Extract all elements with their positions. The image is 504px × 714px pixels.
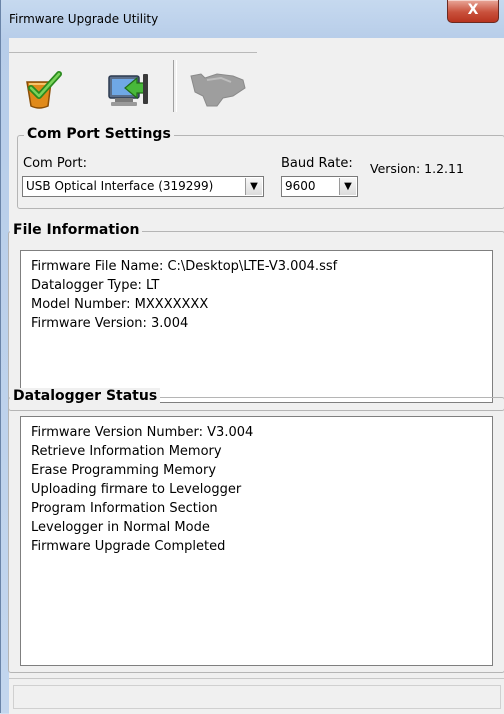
- chevron-down-icon[interactable]: ▼: [339, 178, 356, 195]
- com-port-settings-group: Com Port Settings Com Port: USB Optical …: [17, 126, 504, 209]
- device-disabled-icon: [190, 73, 246, 107]
- status-line: Firmware Upgrade Completed: [31, 539, 226, 554]
- baud-rate-label: Baud Rate:: [281, 156, 353, 171]
- file-information-group: File Information Firmware File Name: C:\…: [8, 222, 504, 411]
- status-line: Firmware Version Number: V3.004: [31, 425, 254, 440]
- version-label: Version: 1.2.11: [370, 161, 464, 176]
- title-bar[interactable]: Firmware Upgrade Utility X: [1, 0, 504, 38]
- com-port-value: USB Optical Interface (319299): [26, 179, 214, 193]
- device-button[interactable]: [187, 66, 251, 112]
- chevron-down-icon[interactable]: ▼: [245, 178, 262, 195]
- status-bar-panel: [13, 685, 501, 709]
- datalogger-status-group: Datalogger Status Firmware Version Numbe…: [8, 388, 504, 673]
- toolbar-separator: [9, 52, 257, 53]
- com-port-select[interactable]: USB Optical Interface (319299) ▼: [22, 176, 264, 197]
- com-port-label: Com Port:: [23, 156, 87, 171]
- datalogger-status-title: Datalogger Status: [10, 388, 161, 404]
- client-area: Com Port Settings Com Port: USB Optical …: [8, 38, 504, 714]
- window-title: Firmware Upgrade Utility: [9, 12, 159, 26]
- file-info-line: Datalogger Type: LT: [31, 278, 160, 293]
- status-line: Program Information Section: [31, 501, 218, 516]
- com-port-settings-title: Com Port Settings: [24, 126, 174, 142]
- upload-computer-icon: [108, 74, 148, 106]
- read-checkmark-icon: [26, 71, 62, 109]
- toolbar: [9, 38, 257, 124]
- file-info-line: Model Number: MXXXXXXX: [31, 297, 209, 312]
- status-line: Levelogger in Normal Mode: [31, 520, 210, 535]
- toolbar-divider: [173, 60, 177, 112]
- application-window: Firmware Upgrade Utility X Com Port Sett…: [0, 0, 504, 714]
- status-line: Retrieve Information Memory: [31, 444, 222, 459]
- status-line: Uploading firmare to Levelogger: [31, 482, 242, 497]
- baud-rate-select[interactable]: 9600 ▼: [281, 176, 358, 197]
- close-button[interactable]: X: [447, 0, 499, 23]
- upload-firmware-button[interactable]: [105, 66, 151, 112]
- status-bar: [9, 678, 504, 714]
- file-info-line: Firmware File Name: C:\Desktop\LTE-V3.00…: [31, 259, 338, 274]
- read-file-button[interactable]: [21, 66, 67, 112]
- baud-rate-value: 9600: [285, 179, 316, 193]
- datalogger-status-textbox[interactable]: Firmware Version Number: V3.004 Retrieve…: [20, 416, 493, 666]
- file-information-title: File Information: [10, 222, 143, 238]
- file-information-textbox[interactable]: Firmware File Name: C:\Desktop\LTE-V3.00…: [20, 250, 493, 403]
- status-line: Erase Programming Memory: [31, 463, 217, 478]
- file-info-line: Firmware Version: 3.004: [31, 316, 189, 331]
